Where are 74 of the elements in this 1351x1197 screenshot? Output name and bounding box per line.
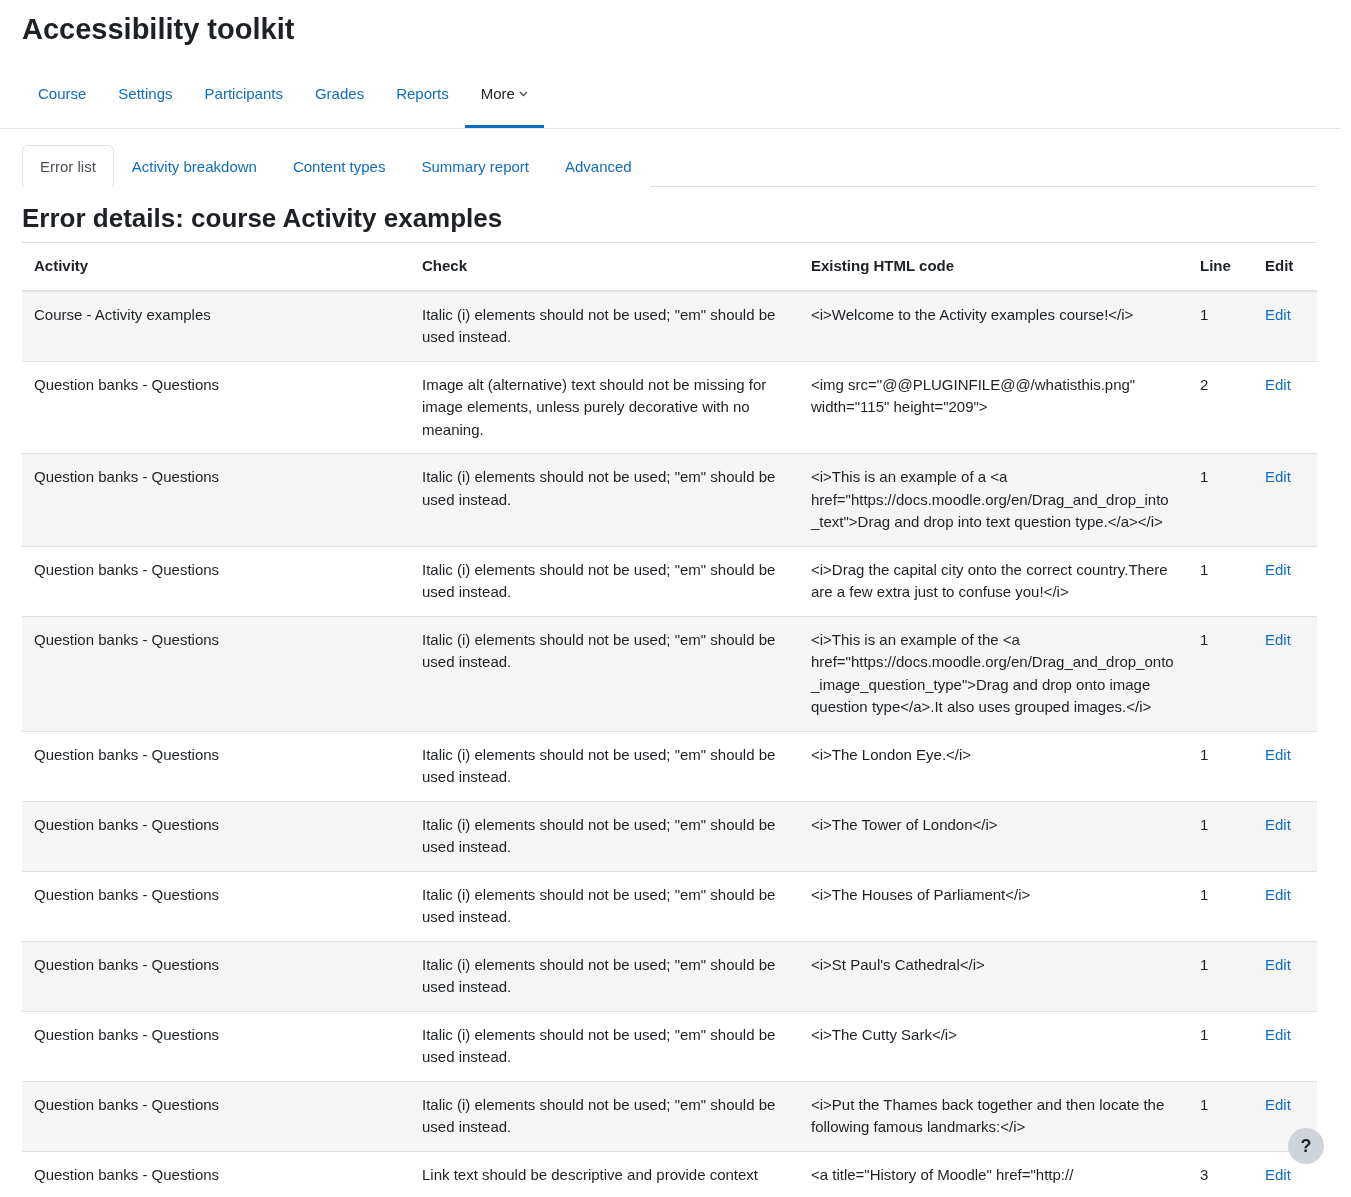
table-cell: <i>Welcome to the Activity examples course!</i> [799,290,1188,361]
edit-link[interactable]: Edit [1265,1025,1291,1043]
edit-link[interactable]: Edit [1265,1095,1291,1113]
report-tab[interactable]: Error list [22,145,114,187]
table-cell: Question banks - Questions [22,546,410,616]
table-cell: 1 [1188,453,1253,546]
table-cell: <i>The Tower of London</i> [799,801,1188,871]
column-header: Activity [22,242,410,291]
table-cell: <i>St Paul's Cathedral</i> [799,941,1188,1011]
table-cell: Link text should be descriptive and provide context [410,1151,799,1197]
edit-link[interactable]: Edit [1265,305,1291,323]
column-header: Line [1188,242,1253,291]
table-cell: Question banks - Questions [22,941,410,1011]
column-header: Check [410,242,799,291]
edit-link[interactable]: Edit [1265,468,1291,485]
page-title: Accessibility toolkit [21,12,296,47]
table-cell: <img src="@@PLUGINFILE@@/whatisthis.png" width="115" height="209"> [799,361,1188,454]
edit-link[interactable]: Edit [1265,375,1291,393]
edit-link[interactable]: Edit [1265,885,1291,903]
table-cell: Course - Activity examples [22,290,410,361]
table-cell: 1 [1188,290,1253,361]
nav-tab[interactable]: More [464,62,544,128]
table-cell: Question banks - Questions [22,616,410,731]
nav-tab[interactable]: Reports [380,62,465,128]
table-cell: 3 [1188,1151,1253,1197]
table-cell: Italic (i) elements should not be used; "em" should be used instead. [410,1011,799,1081]
nav-tab[interactable]: Participants [188,62,299,128]
table-cell: 2 [1188,361,1253,454]
column-header: Existing HTML code [799,242,1188,291]
table-cell: 1 [1188,871,1253,941]
edit-link[interactable]: Edit [1265,1165,1291,1183]
nav-tab[interactable]: Course [22,62,103,128]
edit-link[interactable]: Edit [1265,560,1291,578]
table-cell: Question banks - Questions [22,801,410,871]
table-cell: 1 [1188,731,1253,801]
edit-link[interactable]: Edit [1265,815,1291,833]
table-cell: Italic (i) elements should not be used; "em" should be used instead. [410,871,799,941]
table-cell: Question banks - Questions [22,1151,410,1197]
table-cell: <i>Drag the capital city onto the correct country.There are a few extra just to confuse you!</i> [799,546,1188,616]
table-cell: 1 [1188,616,1253,731]
table-cell: Question banks - Questions [22,731,410,801]
table-cell: Italic (i) elements should not be used; "em" should be used instead. [410,546,799,616]
table-cell: <i>Put the Thames back together and then locate the following famous landmarks:</i> [799,1081,1188,1151]
table-cell: Italic (i) elements should not be used; "em" should be used instead. [410,453,799,546]
table-cell: Question banks - Questions [22,1011,410,1081]
table-cell: <i>The Cutty Sark</i> [799,1011,1188,1081]
table-cell: 1 [1188,941,1253,1011]
table-cell: <i>This is an example of a <a href="https://docs.moodle.org/en/Drag_and_drop_into_text">Drag and drop into text question type.</a></i> [799,453,1188,546]
column-header: Edit [1253,242,1317,291]
nav-tab[interactable]: Settings [102,62,189,128]
table-cell: Italic (i) elements should not be used; "em" should be used instead. [410,1081,799,1151]
table-cell: Italic (i) elements should not be used; "em" should be used instead. [410,290,799,361]
table-cell: Question banks - Questions [22,361,410,454]
table-cell: Question banks - Questions [22,871,410,941]
edit-link[interactable]: Edit [1265,745,1291,763]
table-cell: 1 [1188,1011,1253,1081]
table-cell: 1 [1188,546,1253,616]
table-cell: Italic (i) elements should not be used; "em" should be used instead. [410,941,799,1011]
table-cell: Question banks - Questions [22,453,410,546]
table-cell: 1 [1188,1081,1253,1151]
table-cell: <i>The London Eye.</i> [799,731,1188,801]
table-cell: Image alt (alternative) text should not be missing for image elements, unless purely decorative with no meaning. [410,361,799,454]
section-heading: Error details: course Activity examples [22,203,504,233]
table-cell: <i>This is an example of the <a href="https://docs.moodle.org/en/Drag_and_drop_onto_image_question_type">Drag and drop onto image question type</a>.It also uses grouped images.</i> [799,616,1188,731]
table-cell: Italic (i) elements should not be used; "em" should be used instead. [410,616,799,731]
edit-link[interactable]: Edit [1265,630,1291,648]
table-cell: Italic (i) elements should not be used; "em" should be used instead. [410,801,799,871]
table-cell: <a title="History of Moodle" href="http:// [799,1151,1188,1197]
table-cell: Question banks - Questions [22,1081,410,1151]
table-cell: 1 [1188,801,1253,871]
table-cell: <i>The Houses of Parliament</i> [799,871,1188,941]
nav-tab[interactable]: Grades [298,62,381,128]
table-cell: Italic (i) elements should not be used; "em" should be used instead. [410,731,799,801]
edit-link[interactable]: Edit [1265,955,1291,973]
